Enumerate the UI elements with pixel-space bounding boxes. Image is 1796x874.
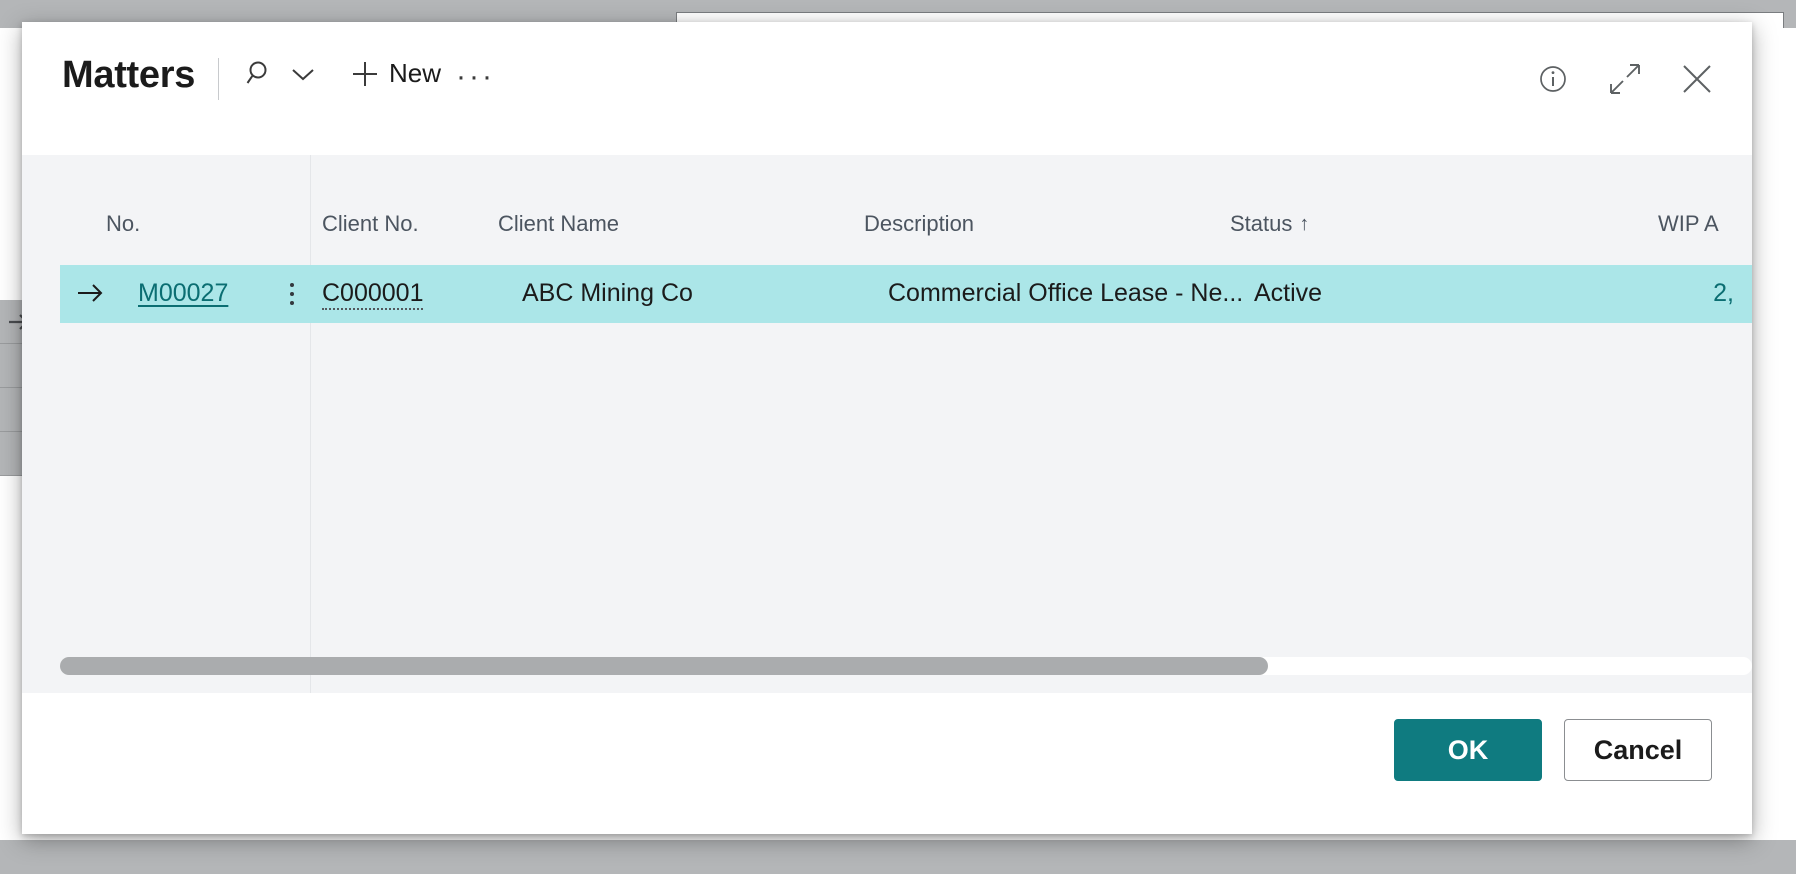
page-root: Matters New ··· No. Client No. Client Na… [0,0,1796,874]
sort-ascending-icon: ↑ [1299,212,1310,235]
row-actions-menu-icon[interactable] [282,275,302,313]
cell-status: Active [1254,279,1323,307]
new-button-label: New [389,58,442,88]
background-right-strip [1782,28,1796,840]
dialog-footer: OK Cancel [22,693,1752,834]
matters-grid: No. Client No. Client Name Description S… [22,155,1752,693]
horizontal-scrollbar-thumb[interactable] [60,657,1268,675]
close-icon[interactable] [1680,62,1714,96]
horizontal-scrollbar[interactable] [60,657,1752,675]
page-title: Matters [62,54,196,96]
column-header-wip-amount[interactable]: WIP A [1658,211,1719,237]
column-header-no[interactable]: No. [106,211,140,237]
column-header-status-label: Status [1230,211,1293,236]
column-header-status[interactable]: Status ↑ [1230,211,1309,237]
cell-client-name: ABC Mining Co [522,279,693,307]
chevron-down-icon[interactable] [290,66,316,84]
info-circle-icon[interactable] [1536,62,1570,96]
matters-lookup-dialog: Matters New ··· No. Client No. Client Na… [22,22,1752,834]
client-no-link[interactable]: C000001 [322,279,424,310]
grid-header-row: No. Client No. Client Name Description S… [22,155,1752,265]
expand-diagonal-icon[interactable] [1608,62,1642,96]
new-button[interactable]: New [350,58,441,89]
ok-button[interactable]: OK [1394,719,1542,781]
window-controls [1536,62,1714,96]
column-header-client-name[interactable]: Client Name [498,211,619,237]
header-divider [218,58,219,100]
cancel-button[interactable]: Cancel [1564,719,1712,781]
more-options-button[interactable]: ··· [456,62,495,92]
column-header-description[interactable]: Description [864,211,974,237]
matter-no-link[interactable]: M00027 [138,279,228,307]
cell-wip-amount: 2, [1713,279,1734,307]
ellipsis-horizontal-icon: ··· [456,60,495,93]
table-row[interactable]: M00027 C000001 ABC Mining Co Commercial … [60,265,1752,323]
cell-no[interactable]: M00027 [138,279,228,308]
plus-icon [350,59,380,89]
dialog-header: Matters New ··· [22,22,1752,155]
footer-button-group: OK Cancel [1394,719,1712,781]
cell-client-no[interactable]: C000001 [322,279,424,310]
row-indicator-arrow-icon [76,281,106,305]
search-icon[interactable] [244,58,276,90]
column-header-client-no[interactable]: Client No. [322,211,419,237]
cell-description: Commercial Office Lease - Ne... [888,279,1244,307]
